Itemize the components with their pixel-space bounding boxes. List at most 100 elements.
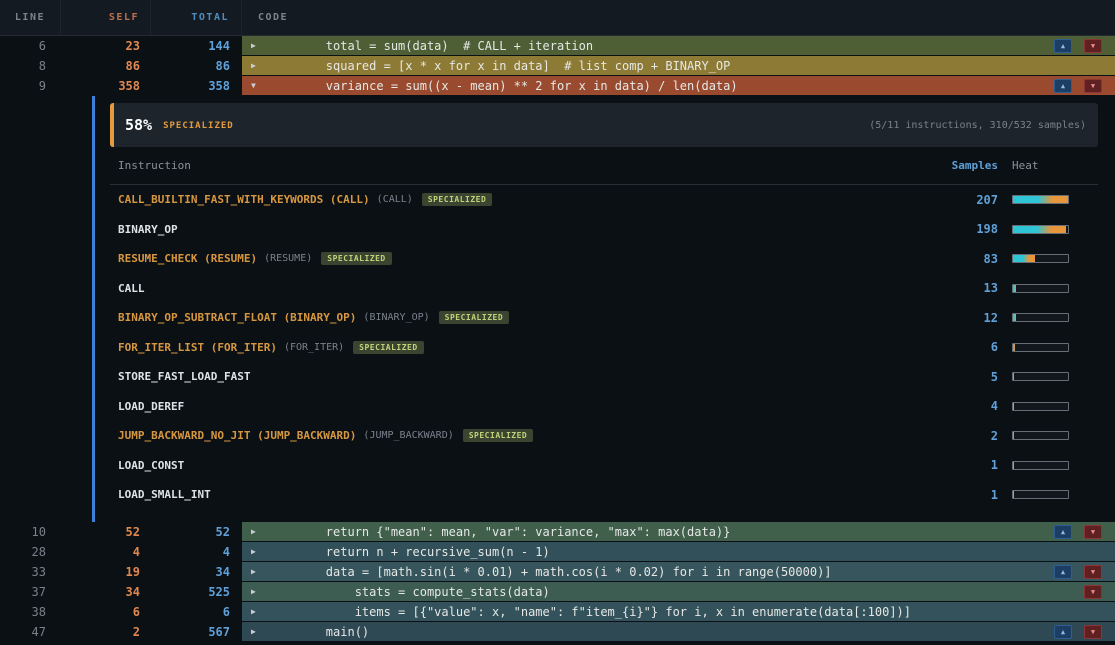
instruction-base-opcode: (BINARY_OP)	[363, 312, 429, 323]
code-row[interactable]: 10 52 52 ▶ return {"mean": mean, "var": …	[0, 522, 1115, 542]
jump-down-button[interactable]: ▼	[1084, 565, 1102, 579]
total-samples: 567	[151, 622, 242, 642]
total-samples: 525	[151, 582, 242, 602]
code-cell[interactable]: ▶ stats = compute_stats(data) ▼	[242, 582, 1115, 602]
instruction-name: LOAD_CONST	[118, 459, 184, 472]
instruction-samples: 1	[928, 488, 998, 502]
heat-bar-track	[1012, 254, 1069, 263]
col-header-line: LINE	[0, 0, 61, 35]
instruction-samples: 6	[928, 340, 998, 354]
instruction-name: BINARY_OP_SUBTRACT_FLOAT (BINARY_OP)	[118, 311, 356, 324]
expand-triangle-icon[interactable]: ▶	[251, 607, 268, 616]
instruction-row: CALL 13	[110, 274, 1098, 304]
code-cell[interactable]: ▼ variance = sum((x - mean) ** 2 for x i…	[242, 76, 1115, 96]
line-number: 47	[0, 622, 61, 642]
code-row[interactable]: 47 2 567 ▶ main() ▲ ▼	[0, 622, 1115, 642]
code-cell[interactable]: ▶ main() ▲ ▼	[242, 622, 1115, 642]
heat-bar-fill	[1013, 491, 1014, 498]
jump-up-button[interactable]: ▲	[1054, 39, 1072, 53]
col-header-code: CODE	[242, 0, 1115, 35]
code-cell[interactable]: ▶ data = [math.sin(i * 0.01) + math.cos(…	[242, 562, 1115, 582]
code-cell[interactable]: ▶ total = sum(data) # CALL + iteration ▲…	[242, 36, 1115, 56]
panel-indent	[0, 96, 92, 522]
heat-bar-track	[1012, 431, 1069, 440]
instruction-base-opcode: (RESUME)	[264, 253, 312, 264]
col-header-heat: Heat	[998, 159, 1098, 172]
samples-meta-text: (5/11 instructions, 310/532 samples)	[869, 120, 1086, 131]
code-cell[interactable]: ▶ return {"mean": mean, "var": variance,…	[242, 522, 1115, 542]
panel-content: 58% SPECIALIZED (5/11 instructions, 310/…	[95, 96, 1115, 522]
heat-bar-cell	[998, 431, 1098, 440]
expand-triangle-icon[interactable]: ▶	[251, 587, 268, 596]
row-nav-buttons: ▲ ▼	[1054, 525, 1115, 539]
expand-triangle-icon[interactable]: ▼	[251, 81, 268, 90]
col-header-samples: Samples	[928, 159, 998, 172]
col-header-total: TOTAL	[151, 0, 242, 35]
code-cell[interactable]: ▶ squared = [x * x for x in data] # list…	[242, 56, 1115, 76]
code-row[interactable]: 6 23 144 ▶ total = sum(data) # CALL + it…	[0, 36, 1115, 56]
code-rows-above: 6 23 144 ▶ total = sum(data) # CALL + it…	[0, 36, 1115, 96]
instruction-row: STORE_FAST_LOAD_FAST 5	[110, 362, 1098, 392]
specialized-badge: SPECIALIZED	[321, 252, 391, 265]
instruction-row: LOAD_SMALL_INT 1	[110, 480, 1098, 510]
line-number: 9	[0, 76, 61, 96]
instruction-row: RESUME_CHECK (RESUME) (RESUME) SPECIALIZ…	[110, 244, 1098, 274]
self-samples: 6	[61, 602, 151, 622]
instruction-row: FOR_ITER_LIST (FOR_ITER) (FOR_ITER) SPEC…	[110, 333, 1098, 363]
row-nav-buttons: ▲ ▼	[1054, 79, 1115, 93]
heat-bar-track	[1012, 225, 1069, 234]
instruction-name: CALL_BUILTIN_FAST_WITH_KEYWORDS (CALL)	[118, 193, 370, 206]
line-number: 10	[0, 522, 61, 542]
jump-up-button[interactable]: ▲	[1054, 525, 1072, 539]
specialized-badge: SPECIALIZED	[463, 429, 533, 442]
heat-bar-cell	[998, 490, 1098, 499]
expand-triangle-icon[interactable]: ▶	[251, 547, 268, 556]
jump-down-button[interactable]: ▼	[1084, 625, 1102, 639]
code-text: total = sum(data) # CALL + iteration	[268, 39, 593, 53]
line-number: 8	[0, 56, 61, 76]
instruction-base-opcode: (CALL)	[377, 194, 413, 205]
expand-triangle-icon[interactable]: ▶	[251, 627, 268, 636]
code-rows-below: 10 52 52 ▶ return {"mean": mean, "var": …	[0, 522, 1115, 642]
expand-triangle-icon[interactable]: ▶	[251, 41, 268, 50]
line-number: 6	[0, 36, 61, 56]
code-row[interactable]: 33 19 34 ▶ data = [math.sin(i * 0.01) + …	[0, 562, 1115, 582]
instruction-samples: 83	[928, 252, 998, 266]
heat-bar-fill	[1013, 344, 1015, 351]
code-row[interactable]: 38 6 6 ▶ items = [{"value": x, "name": f…	[0, 602, 1115, 622]
jump-up-button[interactable]: ▲	[1054, 565, 1072, 579]
expand-triangle-icon[interactable]: ▶	[251, 61, 268, 70]
jump-down-button[interactable]: ▼	[1084, 39, 1102, 53]
instruction-samples: 1	[928, 458, 998, 472]
instruction-name: STORE_FAST_LOAD_FAST	[118, 370, 250, 383]
heat-bar-cell	[998, 343, 1098, 352]
self-samples: 4	[61, 542, 151, 562]
jump-down-button[interactable]: ▼	[1084, 585, 1102, 599]
code-text: items = [{"value": x, "name": f"item_{i}…	[268, 605, 911, 619]
code-row[interactable]: 9 358 358 ▼ variance = sum((x - mean) **…	[0, 76, 1115, 96]
heat-bar-cell	[998, 254, 1098, 263]
table-header: LINE SELF TOTAL CODE	[0, 0, 1115, 36]
heat-bar-track	[1012, 461, 1069, 470]
heat-bar-track	[1012, 284, 1069, 293]
heat-bar-cell	[998, 402, 1098, 411]
expand-triangle-icon[interactable]: ▶	[251, 527, 268, 536]
row-nav-buttons: ▲ ▼	[1054, 625, 1115, 639]
instruction-row: JUMP_BACKWARD_NO_JIT (JUMP_BACKWARD) (JU…	[110, 421, 1098, 451]
expand-triangle-icon[interactable]: ▶	[251, 567, 268, 576]
specialized-badge: SPECIALIZED	[439, 311, 509, 324]
total-samples: 358	[151, 76, 242, 96]
jump-down-button[interactable]: ▼	[1084, 79, 1102, 93]
code-row[interactable]: 8 86 86 ▶ squared = [x * x for x in data…	[0, 56, 1115, 76]
jump-up-button[interactable]: ▲	[1054, 625, 1072, 639]
code-cell[interactable]: ▶ items = [{"value": x, "name": f"item_{…	[242, 602, 1115, 622]
code-row[interactable]: 28 4 4 ▶ return n + recursive_sum(n - 1)	[0, 542, 1115, 562]
self-samples: 2	[61, 622, 151, 642]
heat-bar-cell	[998, 195, 1098, 204]
total-samples: 52	[151, 522, 242, 542]
jump-down-button[interactable]: ▼	[1084, 525, 1102, 539]
code-cell[interactable]: ▶ return n + recursive_sum(n - 1)	[242, 542, 1115, 562]
code-row[interactable]: 37 34 525 ▶ stats = compute_stats(data) …	[0, 582, 1115, 602]
total-samples: 86	[151, 56, 242, 76]
jump-up-button[interactable]: ▲	[1054, 79, 1072, 93]
